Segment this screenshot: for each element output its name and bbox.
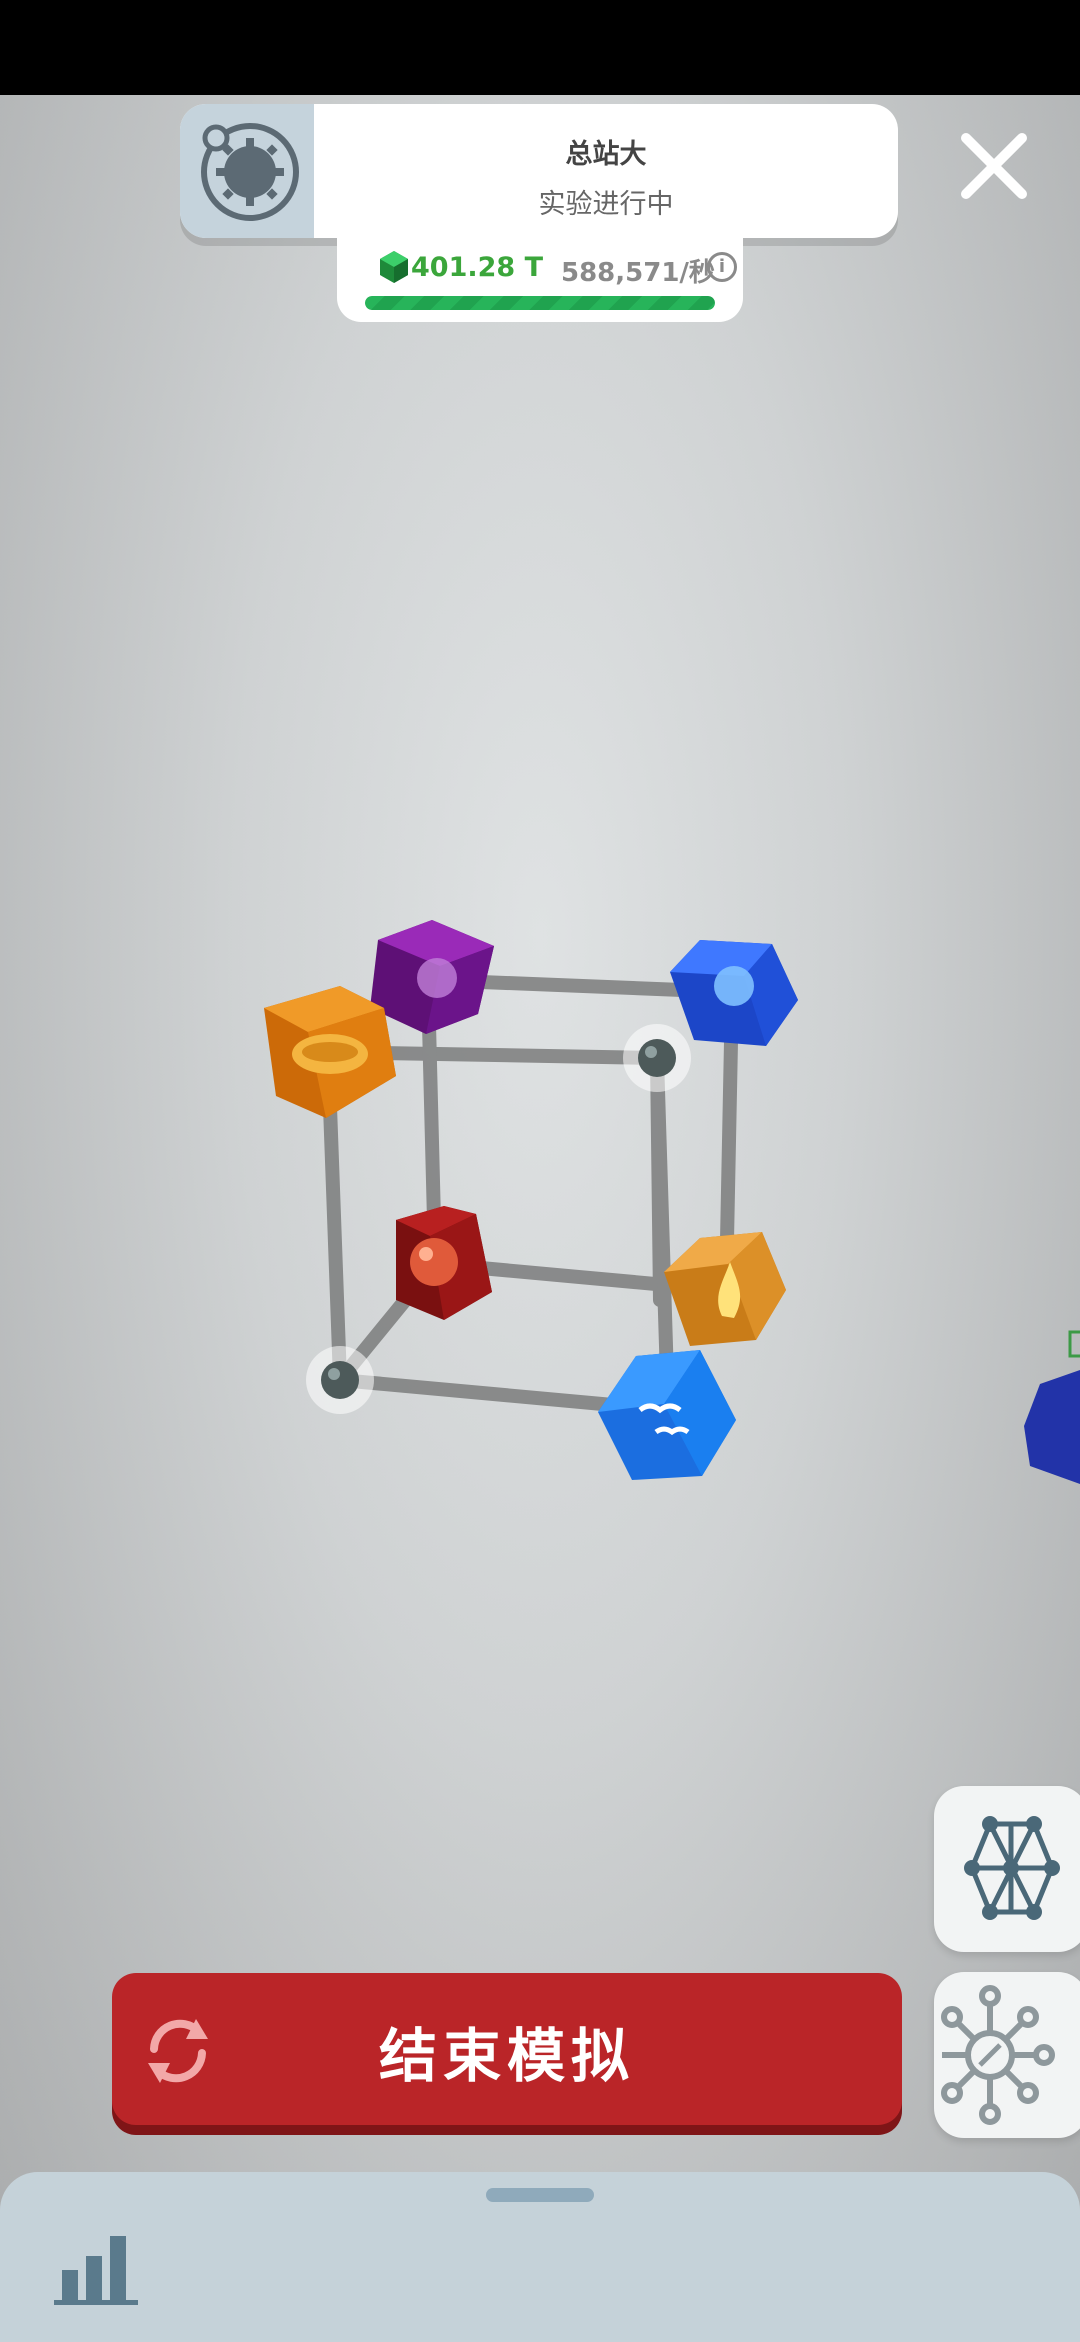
red-cube[interactable] [396,1206,492,1320]
node-hub-button[interactable] [934,1972,1080,2138]
info-icon[interactable]: i [707,252,737,282]
sheet-handle[interactable] [486,2188,594,2202]
end-simulation-button[interactable]: 结束模拟 [112,1973,902,2125]
production-rate: 588,571/秒 [561,258,715,288]
green-gem-icon [380,251,408,283]
purple-cube[interactable] [370,920,494,1034]
bottom-sheet[interactable] [0,2172,1080,2342]
currency-value: 401.28 T [411,252,544,283]
end-simulation-label: 结束模拟 [378,2022,635,2090]
node-hub-icon [941,1985,1055,2125]
offscreen-blue-shape [1024,1330,1080,1484]
orange-cube-flame[interactable] [664,1232,786,1346]
blue-cube-top[interactable] [670,940,798,1046]
header-card[interactable]: 总站大 实验进行中 [180,104,898,238]
header-icon-box [180,104,314,238]
header-subtitle: 实验进行中 [538,189,674,220]
glowing-sphere[interactable] [623,1024,691,1092]
stats-card: 401.28 T 588,571/秒 i [337,238,743,322]
gear-orbit-icon [201,123,299,221]
progress-fill [365,296,715,310]
network-view-button[interactable] [934,1786,1080,1952]
progress-bar [365,296,715,310]
bar-chart-icon[interactable] [54,2228,138,2306]
molecule-network-icon [964,1816,1060,1920]
orange-cube-bread[interactable] [264,986,396,1118]
blue-cube-birds[interactable] [598,1350,736,1480]
glowing-sphere[interactable] [306,1346,374,1414]
header-title: 总站大 [565,139,647,170]
close-icon[interactable] [956,128,1032,204]
